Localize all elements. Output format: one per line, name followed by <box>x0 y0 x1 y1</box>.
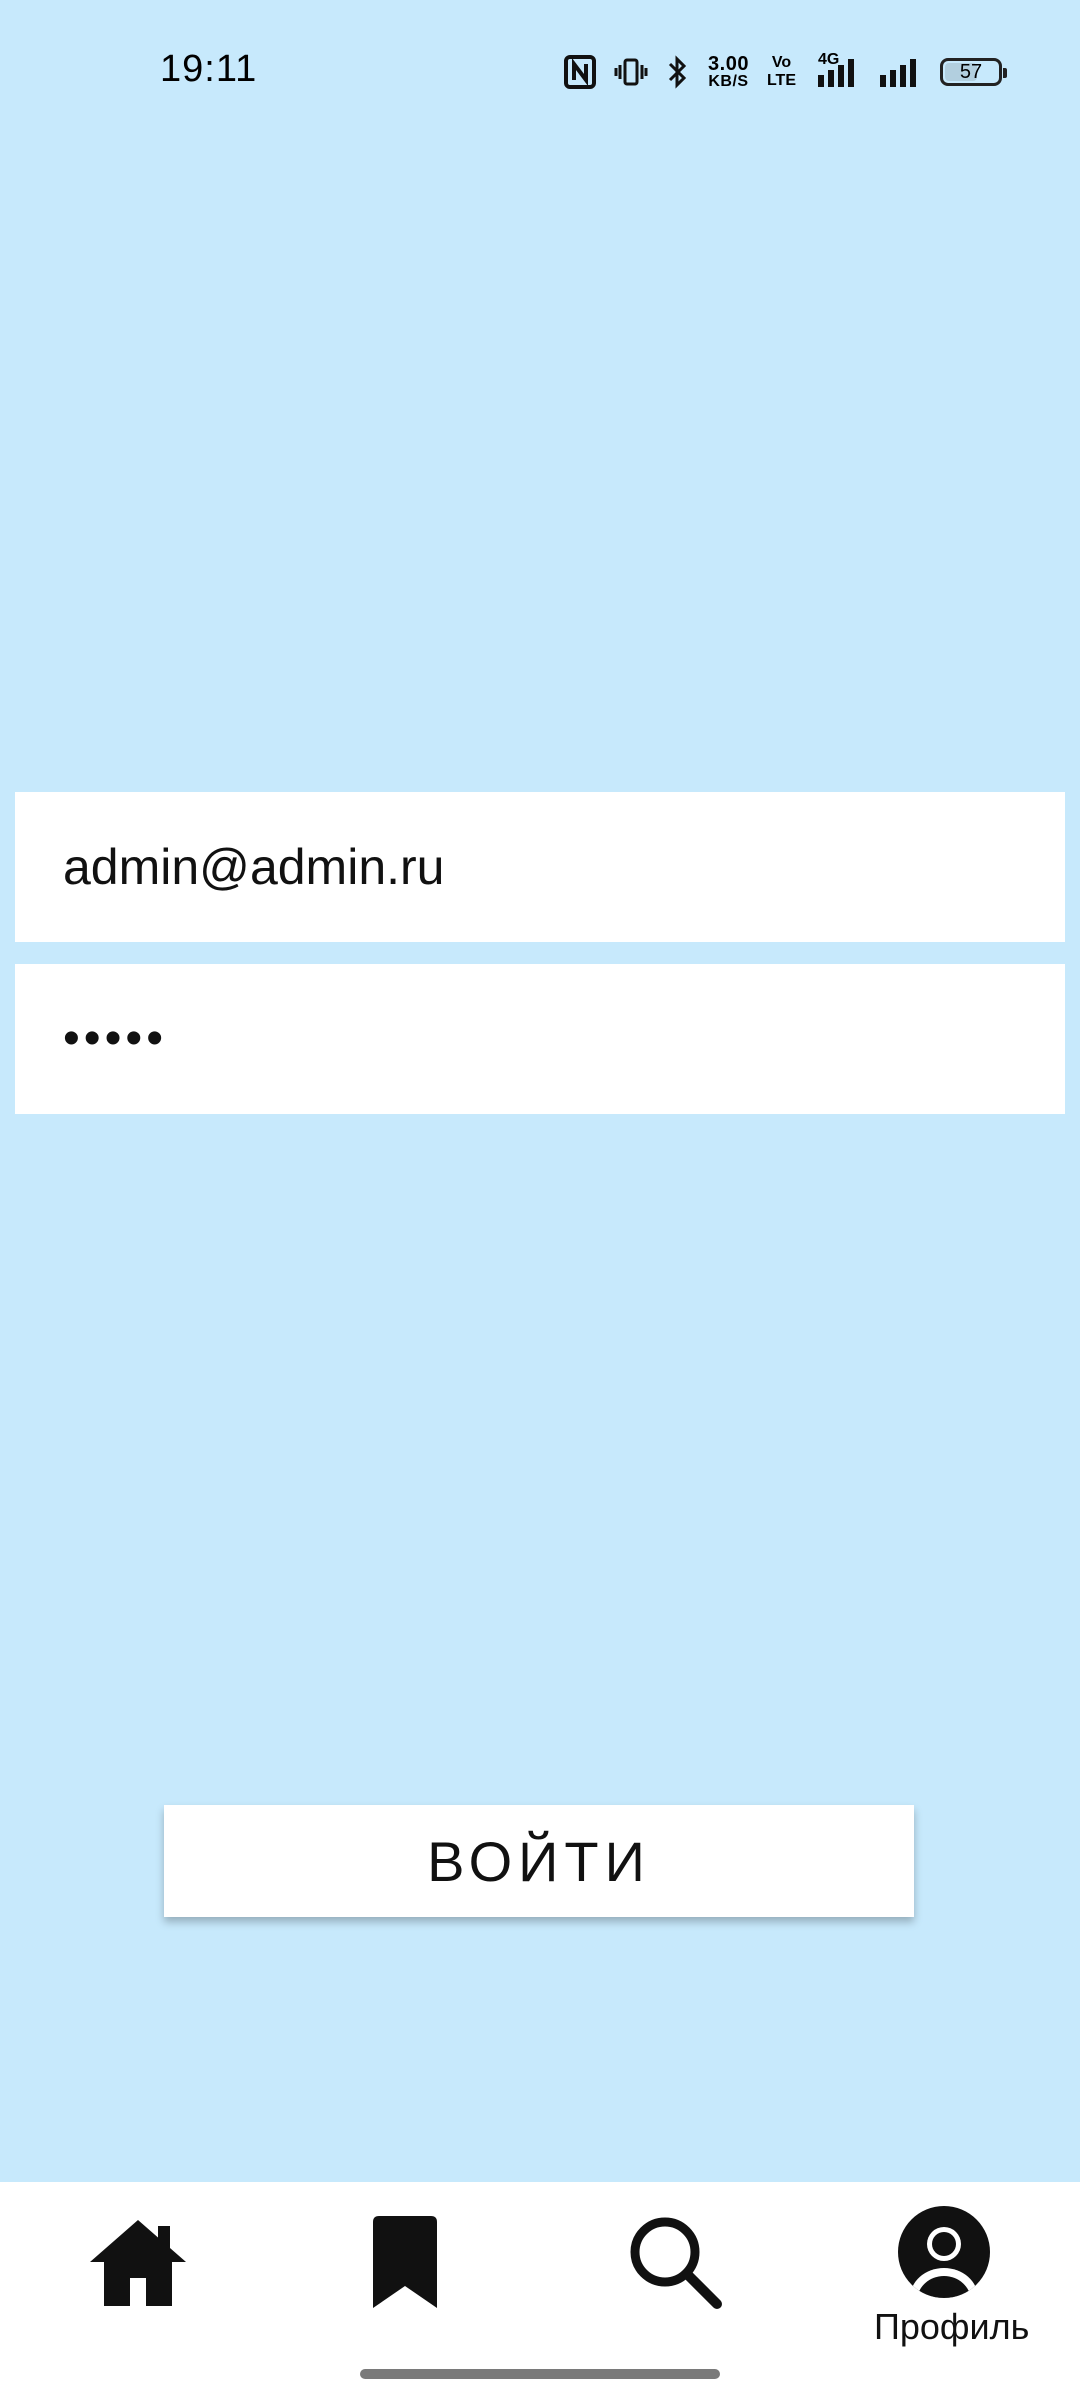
password-field[interactable]: ••••• <box>15 964 1065 1114</box>
battery-icon: 57 <box>940 58 1007 86</box>
email-value: admin@admin.ru <box>63 839 445 895</box>
nfc-icon <box>564 55 597 89</box>
home-icon <box>90 2220 186 2306</box>
search-icon <box>630 2217 722 2309</box>
signal-4g: 4G <box>814 51 860 89</box>
signal-icon <box>880 59 916 87</box>
speed-unit: KB/S <box>708 73 749 90</box>
nav-search[interactable] <box>605 2214 745 2354</box>
vibrate-icon <box>614 58 648 86</box>
bottom-nav: Профиль <box>0 2182 1080 2400</box>
password-mask: ••••• <box>63 1012 168 1065</box>
home-indicator[interactable] <box>360 2369 720 2379</box>
status-time: 19:11 <box>160 48 258 90</box>
status-icons: 3.00 KB/S Vo LTE 4G 57 <box>564 50 1008 94</box>
battery-level: 57 <box>959 60 983 83</box>
network-speed: 3.00 KB/S <box>708 54 749 90</box>
nav-profile-label: Профиль <box>874 2306 1030 2347</box>
profile-icon <box>898 2206 990 2298</box>
speed-value: 3.00 <box>708 53 749 75</box>
status-bar: 19:11 3.00 KB/S Vo LTE 4G 57 <box>0 0 1080 140</box>
nav-bookmark[interactable] <box>335 2214 475 2354</box>
bluetooth-icon <box>668 55 687 89</box>
email-field[interactable]: admin@admin.ru <box>15 792 1065 942</box>
nav-home[interactable] <box>68 2214 208 2354</box>
volte-indicator: Vo LTE <box>767 54 796 90</box>
bookmark-icon <box>373 2216 437 2308</box>
network-type: 4G <box>818 51 840 68</box>
login-button[interactable]: ВОЙТИ <box>164 1805 914 1917</box>
volte-bottom: LTE <box>766 72 796 89</box>
volte-top: Vo <box>771 54 792 71</box>
nav-profile[interactable]: Профиль <box>874 2206 1030 2347</box>
